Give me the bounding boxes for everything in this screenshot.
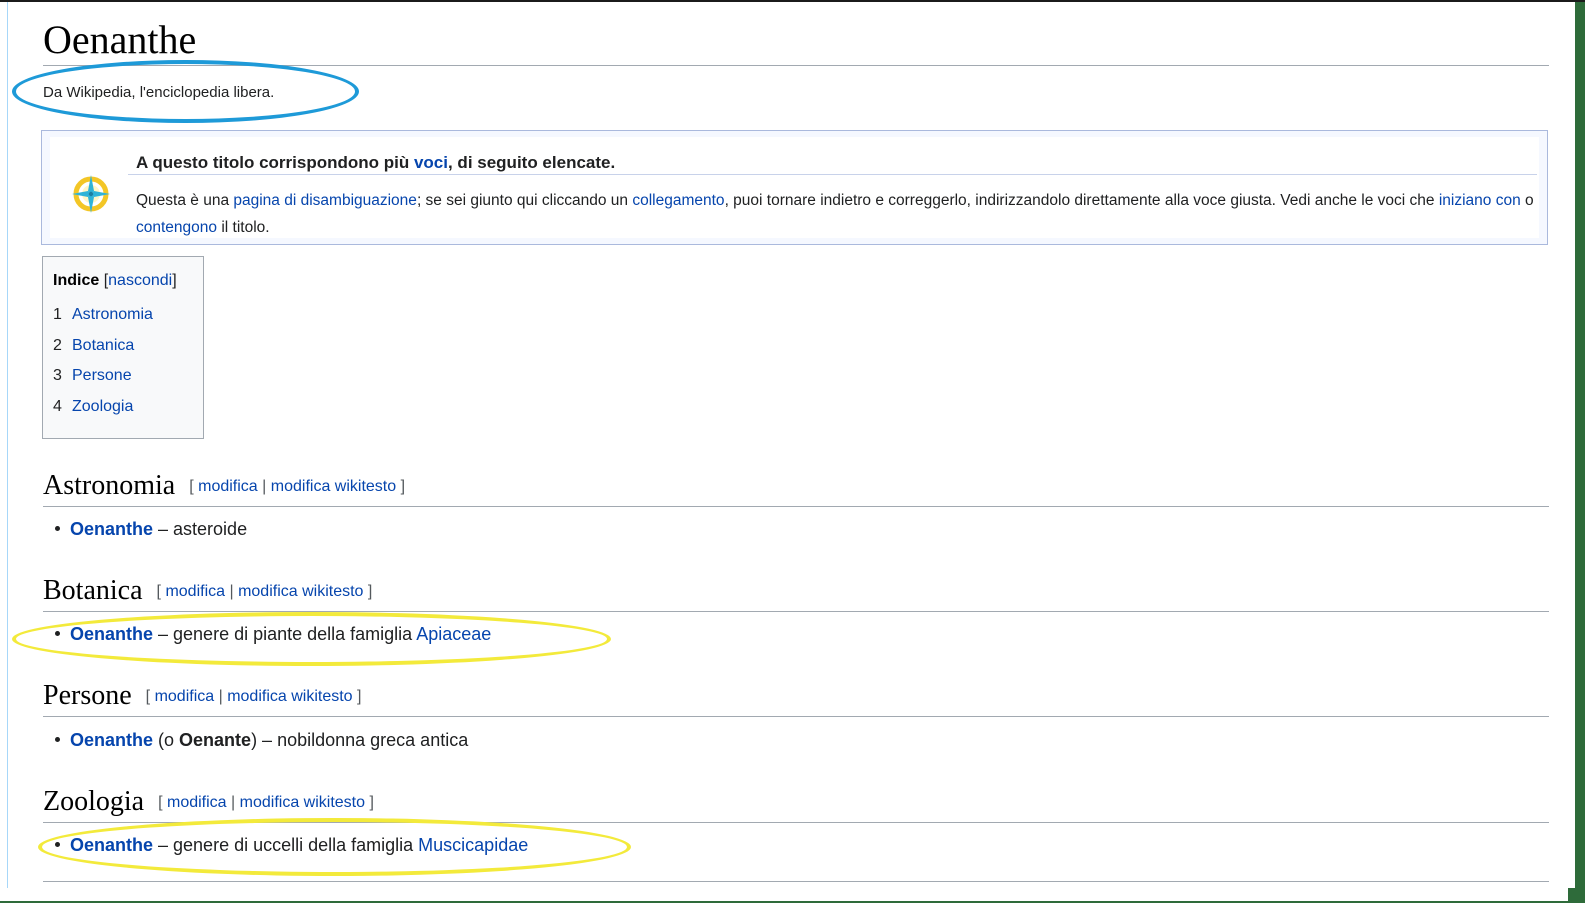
edit-bracket-close: ]: [357, 688, 362, 705]
toc-link[interactable]: Botanica: [72, 337, 134, 354]
toc-link[interactable]: Astronomia: [72, 306, 153, 323]
notice-headline: A questo titolo corrispondono più voci, …: [136, 153, 615, 173]
disambiguation-page-link[interactable]: pagina di disambiguazione: [233, 192, 417, 209]
edit-source-link[interactable]: modifica wikitesto: [238, 583, 363, 600]
disambiguation-notice: A questo titolo corrispondono più voci, …: [41, 130, 1548, 245]
list-item-botanica: Oenanthe – genere di piante della famigl…: [55, 624, 491, 645]
window-right-edge: [1568, 2, 1585, 903]
edit-bracket-open: [: [158, 794, 163, 811]
toc-number: 1: [53, 306, 62, 323]
notice-text: , puoi tornare indietro e correggerlo, i…: [724, 192, 1439, 209]
oenanthe-bird-link[interactable]: Oenanthe: [70, 835, 153, 855]
edit-bracket-close: ]: [367, 583, 373, 600]
muscicapidae-link[interactable]: Muscicapidae: [418, 835, 528, 855]
edit-section-links: [ modifica | modifica wikitesto ]: [146, 688, 362, 705]
alternate-name: Oenante: [179, 730, 252, 750]
content-left-border: [7, 2, 8, 903]
edit-source-link[interactable]: modifica wikitesto: [240, 794, 365, 811]
section-divider: [43, 716, 1549, 717]
toc-item-persone[interactable]: 3 Persone: [53, 367, 132, 385]
entry-description: (o: [153, 730, 180, 750]
voci-link[interactable]: voci: [414, 153, 448, 172]
toc-item-astronomia[interactable]: 1 Astronomia: [53, 306, 153, 324]
bullet: [55, 737, 60, 742]
edit-separator: |: [262, 478, 267, 495]
notice-text: ; se sei giunto qui cliccando un: [416, 192, 633, 209]
edit-section-links: [ modifica | modifica wikitesto ]: [189, 478, 405, 495]
edit-link[interactable]: modifica: [165, 583, 225, 600]
toc-number: 2: [53, 337, 62, 354]
edit-bracket-open: [: [189, 478, 194, 495]
toc-link[interactable]: Zoologia: [72, 398, 133, 415]
notice-text: Questa è una: [136, 192, 234, 209]
notice-text: o: [1520, 192, 1534, 209]
section-title: Astronomia: [43, 470, 176, 501]
oenanthe-asteroid-link[interactable]: Oenanthe: [70, 519, 153, 539]
edit-source-link[interactable]: modifica wikitesto: [271, 478, 396, 495]
bullet: [55, 842, 60, 847]
edit-link[interactable]: modifica: [167, 794, 227, 811]
entry-description: – asteroide: [153, 519, 248, 539]
edit-bracket-close: ]: [400, 478, 406, 495]
edit-bracket-open: [: [156, 583, 161, 600]
bullet: [55, 631, 60, 636]
oenanthe-person-link[interactable]: Oenanthe: [70, 730, 153, 750]
section-divider: [43, 822, 1549, 823]
section-heading-botanica: Botanica [ modifica | modifica wikitesto …: [43, 575, 372, 607]
toc-link[interactable]: Persone: [72, 367, 132, 384]
section-title: Persone: [43, 680, 132, 711]
toc-number: 3: [53, 367, 62, 384]
section-divider: [43, 611, 1549, 612]
entry-description: – genere di piante della famiglia: [153, 624, 417, 644]
edit-link[interactable]: modifica: [155, 688, 215, 705]
section-heading-persone: Persone [ modifica | modifica wikitesto ]: [43, 680, 361, 712]
bullet: [55, 526, 60, 531]
toc-heading: Indice: [53, 272, 100, 289]
toc-hide-toggle[interactable]: nascondi: [108, 272, 172, 289]
section-title: Zoologia: [43, 786, 145, 817]
edit-bracket-close: ]: [369, 794, 374, 811]
edit-separator: |: [229, 583, 234, 600]
apiaceae-link[interactable]: Apiaceae: [416, 624, 491, 644]
edit-link[interactable]: modifica: [198, 478, 258, 495]
collegamento-link[interactable]: collegamento: [632, 192, 724, 209]
edit-source-link[interactable]: modifica wikitesto: [227, 688, 352, 705]
page-title: Oenanthe: [43, 17, 197, 62]
disambiguation-notice-body: A questo titolo corrispondono più voci, …: [50, 137, 1539, 238]
edit-section-links: [ modifica | modifica wikitesto ]: [157, 583, 373, 600]
toc-item-zoologia[interactable]: 4 Zoologia: [53, 398, 133, 416]
edit-section-links: [ modifica | modifica wikitesto ]: [158, 794, 374, 811]
list-item-astronomia: Oenanthe – asteroide: [55, 519, 247, 540]
edit-bracket-open: [: [145, 688, 151, 705]
entry-description: – genere di uccelli della famiglia: [153, 835, 419, 855]
toc-title: Indice [nascondi]: [53, 272, 177, 290]
toc-item-botanica[interactable]: 2 Botanica: [53, 337, 134, 355]
entry-description: ) – nobildonna greca antica: [251, 730, 469, 750]
title-divider: [43, 65, 1549, 66]
compass-icon: [72, 175, 110, 213]
list-item-zoologia: Oenanthe – genere di uccelli della famig…: [55, 835, 528, 856]
edit-separator: |: [218, 688, 223, 705]
notice-description: Questa è una pagina di disambiguazione; …: [136, 187, 1546, 241]
notice-divider: [128, 174, 1537, 175]
notice-text: il titolo.: [217, 219, 270, 236]
notice-headline-text: A questo titolo corrispondono più: [136, 153, 414, 172]
site-subtitle: Da Wikipedia, l'enciclopedia libera.: [43, 84, 275, 101]
table-of-contents: Indice [nascondi] 1 Astronomia 2 Botanica …: [42, 256, 204, 439]
section-heading-zoologia: Zoologia [ modifica | modifica wikitesto …: [43, 786, 374, 818]
edit-separator: |: [231, 794, 236, 811]
contengono-link[interactable]: contengono: [136, 219, 217, 236]
window-top-border: [0, 0, 1585, 2]
iniziano-con-link[interactable]: iniziano con: [1439, 192, 1521, 209]
toc-number: 4: [53, 398, 62, 415]
notice-headline-text-end: , di seguito elencate.: [447, 153, 616, 172]
section-heading-astronomia: Astronomia [ modifica | modifica wikitest…: [43, 470, 405, 502]
list-item-persone: Oenanthe (o Oenante) – nobildonna greca …: [55, 730, 468, 751]
footer-divider: [43, 881, 1549, 882]
toc-toggle-close: ]: [172, 272, 177, 289]
oenanthe-plant-link[interactable]: Oenanthe: [70, 624, 153, 644]
section-divider: [43, 506, 1549, 507]
window-bottom-edge: [0, 888, 1585, 903]
section-title: Botanica: [43, 575, 143, 606]
